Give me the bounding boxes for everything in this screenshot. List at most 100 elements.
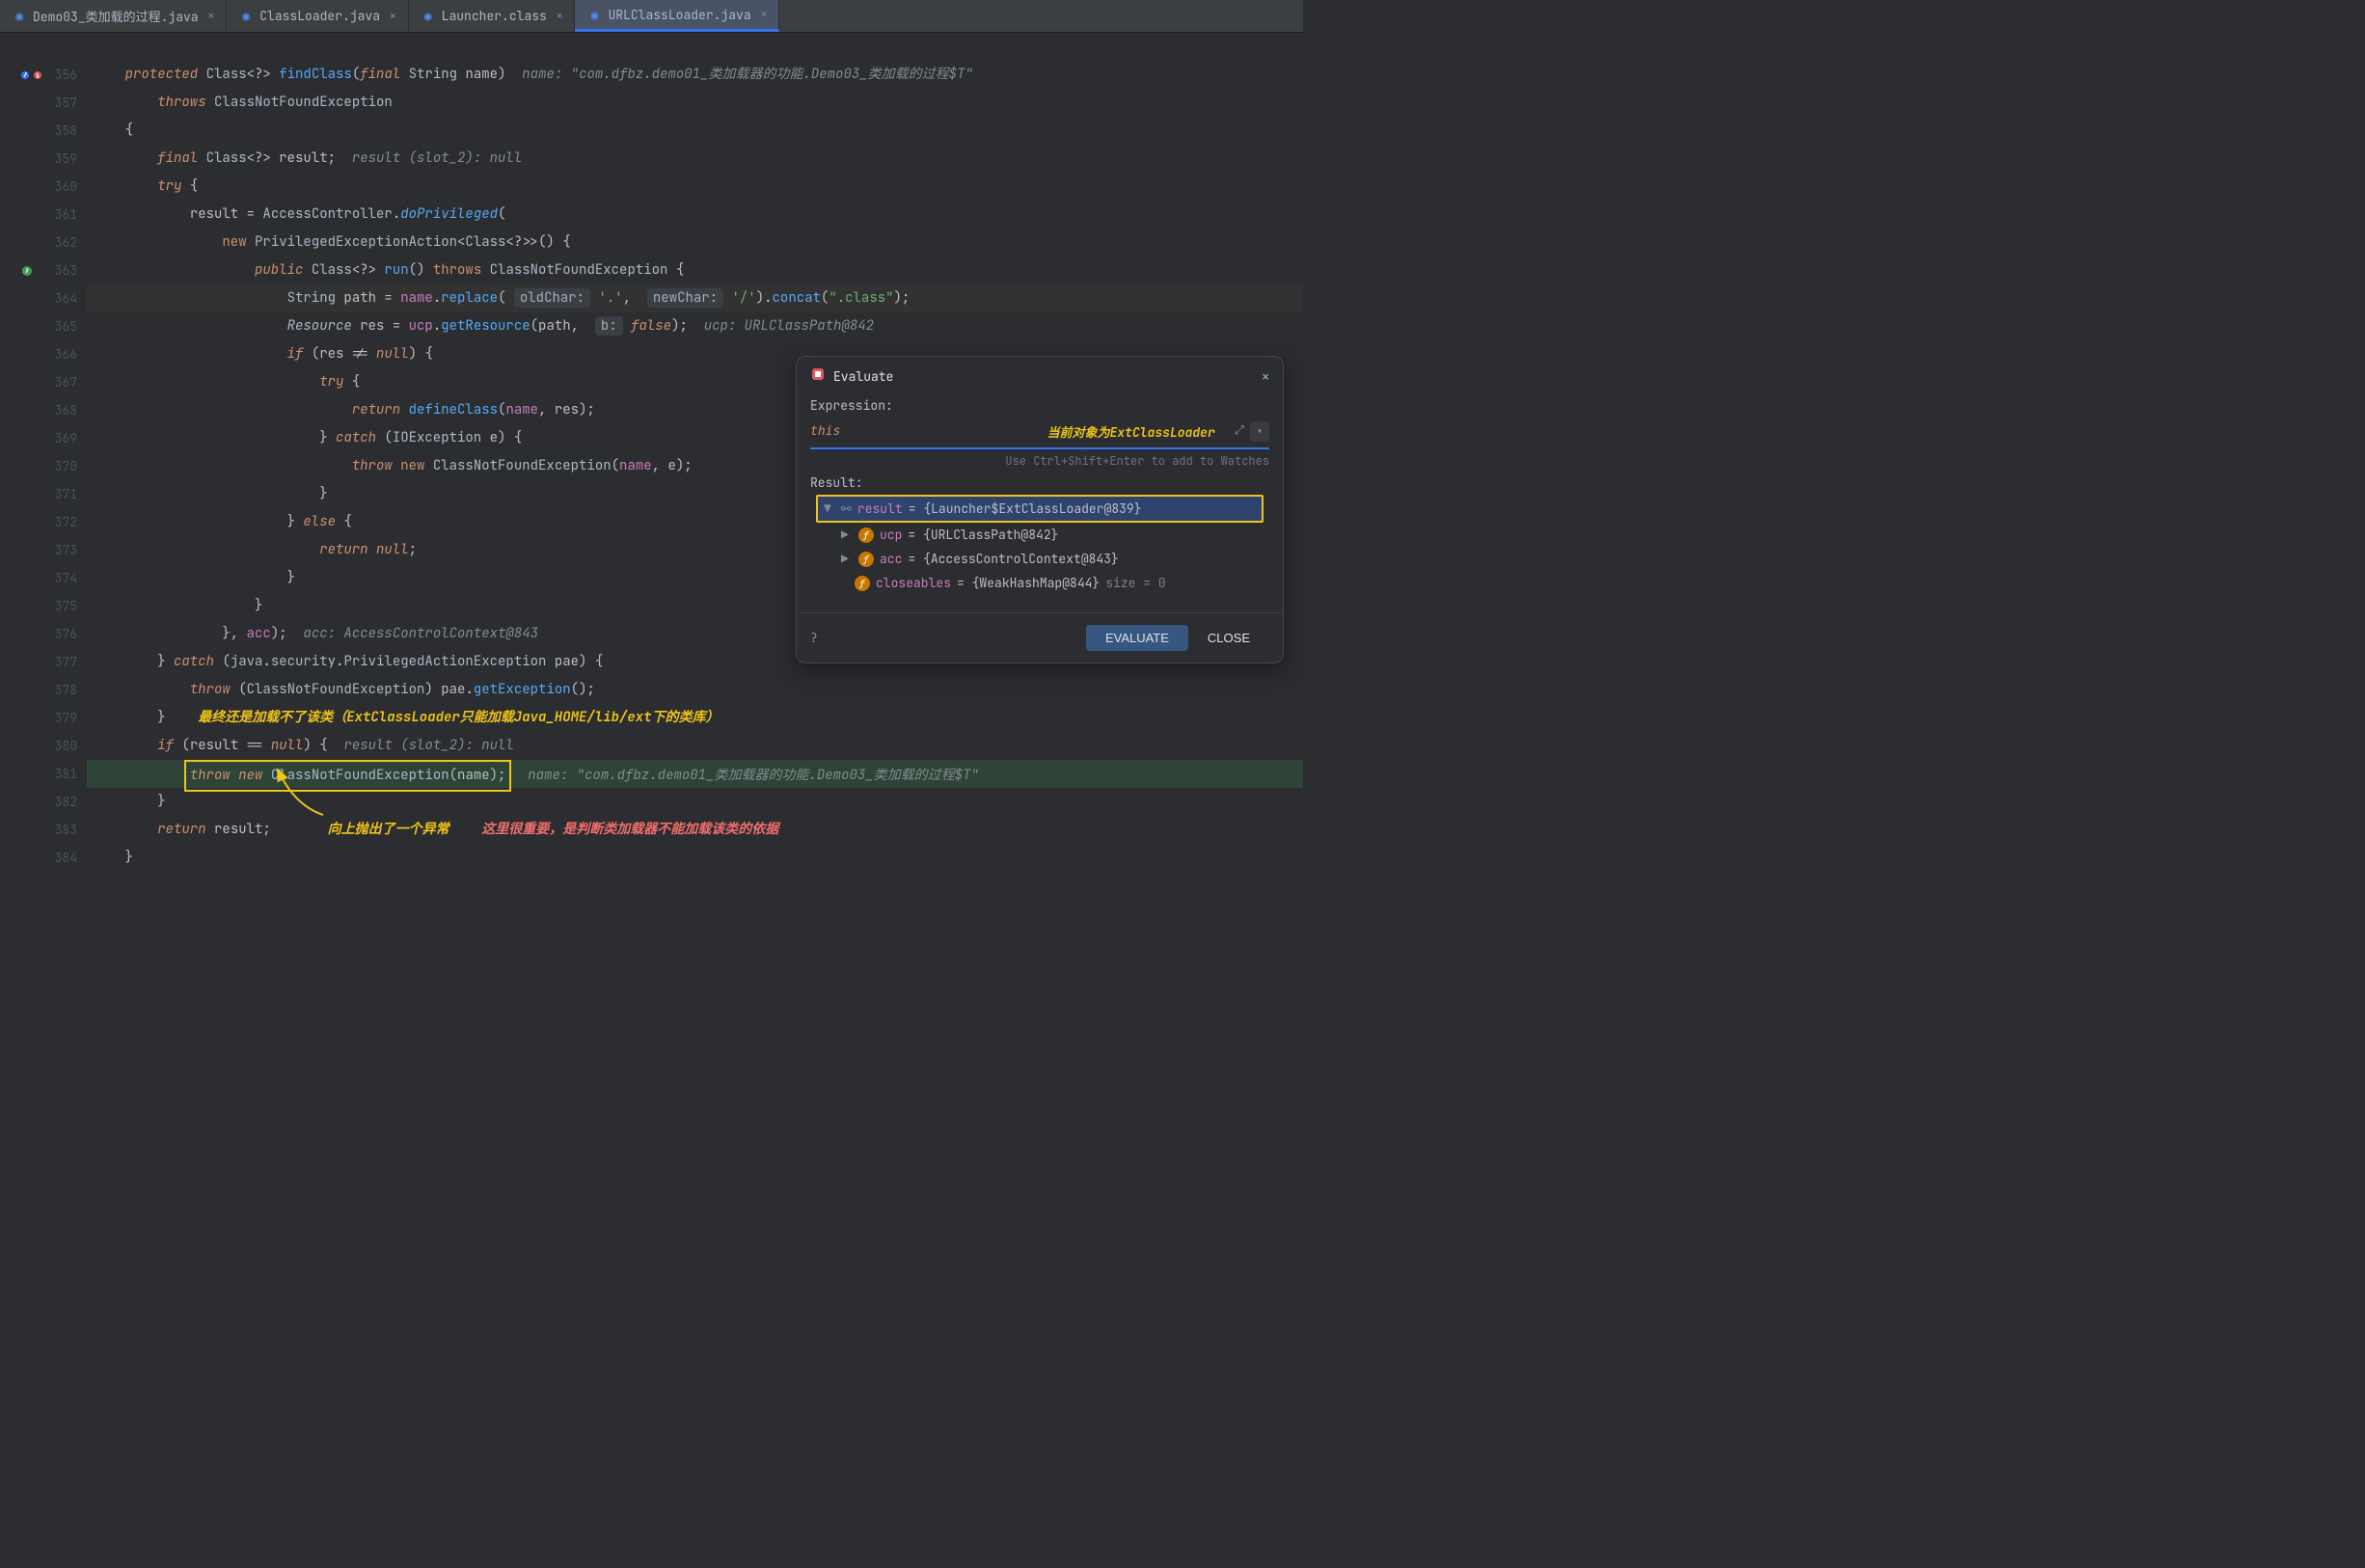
close-icon[interactable]: ✕ xyxy=(1262,368,1269,385)
code-line: final Class<?> result; result (slot_2): … xyxy=(87,145,1303,173)
code-line: String path = name.replace( oldChar: '.'… xyxy=(87,284,1303,312)
expression-label: Expression: xyxy=(810,397,1269,414)
close-icon[interactable]: ✕ xyxy=(390,10,396,23)
line-number: 364 xyxy=(55,284,77,312)
close-icon[interactable]: ✕ xyxy=(761,8,768,21)
result-name: ucp xyxy=(880,527,902,543)
tab-classloader[interactable]: ◉ ClassLoader.java ✕ xyxy=(227,0,408,32)
line-number: 366 xyxy=(55,340,77,368)
code-line: throw new ClassNotFoundException(name); … xyxy=(87,760,1303,788)
line-number: 382 xyxy=(55,788,77,816)
code-line: if (result == null) { result (slot_2): n… xyxy=(87,732,1303,760)
line-number: 384 xyxy=(55,844,77,872)
expression-input[interactable]: this 当前对象为ExtClassLoader ⤢ ▾ xyxy=(810,418,1269,449)
expand-icon[interactable]: ⤢ xyxy=(1235,421,1244,442)
line-number: 375 xyxy=(55,592,77,620)
line-number: 365 xyxy=(55,312,77,340)
line-number: 370 xyxy=(55,452,77,480)
line-number: 360 xyxy=(55,173,77,201)
line-number: 381 xyxy=(55,760,77,788)
line-number: 378 xyxy=(55,676,77,704)
code-line: } xyxy=(87,844,1303,872)
line-number: 371 xyxy=(55,480,77,508)
tab-urlclassloader[interactable]: ◉ URLClassLoader.java ✕ xyxy=(575,0,779,32)
chevron-right-icon[interactable]: ▶ xyxy=(841,551,853,567)
close-icon[interactable]: ✕ xyxy=(557,10,563,23)
help-icon[interactable]: ? xyxy=(810,630,1086,646)
java-class-icon: ◉ xyxy=(12,9,27,24)
result-value: {WeakHashMap@844} xyxy=(972,575,1101,591)
code-line: return result; 向上抛出了一个异常 这里很重要，是判断类加载器不能… xyxy=(87,816,1303,844)
implements-marker-icon xyxy=(20,264,51,278)
tab-label: Launcher.class xyxy=(442,8,547,24)
expression-value: this xyxy=(810,424,1047,439)
code-line: try { xyxy=(87,173,1303,201)
tab-demo03[interactable]: ◉ Demo03_类加载的过程.java ✕ xyxy=(0,0,227,32)
code-line: public Class<?> run() throws ClassNotFou… xyxy=(87,257,1303,284)
annotation-note: 最终还是加载不了该类（ExtClassLoader只能加载Java_HOME/l… xyxy=(198,709,719,726)
close-button[interactable]: CLOSE xyxy=(1188,625,1269,651)
line-number: 377 xyxy=(55,648,77,676)
result-value: {URLClassPath@842} xyxy=(923,527,1058,543)
chevron-down-icon[interactable]: ▾ xyxy=(1250,421,1269,442)
tab-label: Demo03_类加载的过程.java xyxy=(33,7,199,25)
line-number: 376 xyxy=(55,620,77,648)
code-line: } 最终还是加载不了该类（ExtClassLoader只能加载Java_HOME… xyxy=(87,704,1303,732)
line-number: 380 xyxy=(55,732,77,760)
line-number: 359 xyxy=(55,145,77,173)
evaluate-title: Evaluate xyxy=(833,368,1254,385)
line-number: 379 xyxy=(55,704,77,732)
line-number: 367 xyxy=(55,368,77,396)
line-number: 362 xyxy=(55,229,77,257)
result-name: result xyxy=(857,500,903,517)
tab-launcher[interactable]: ◉ Launcher.class ✕ xyxy=(409,0,576,32)
line-number: 356 xyxy=(55,61,77,89)
result-root[interactable]: ▼ ⚯ result = {Launcher$ExtClassLoader@83… xyxy=(816,495,1264,523)
debug-icon xyxy=(810,366,826,386)
chevron-right-icon[interactable]: ▶ xyxy=(841,527,853,543)
line-number: 374 xyxy=(55,564,77,592)
code-line: result = AccessController.doPrivileged( xyxy=(87,201,1303,229)
line-number: 383 xyxy=(55,816,77,844)
line-number: 372 xyxy=(55,508,77,536)
result-item-ucp[interactable]: ▶ f ucp = {URLClassPath@842} xyxy=(816,523,1264,547)
evaluate-popup: Evaluate ✕ Expression: this 当前对象为ExtClas… xyxy=(796,356,1284,663)
result-name: acc xyxy=(880,551,902,567)
editor-tabs: ◉ Demo03_类加载的过程.java ✕ ◉ ClassLoader.jav… xyxy=(0,0,1303,33)
evaluate-header[interactable]: Evaluate ✕ xyxy=(797,357,1283,395)
result-label: Result: xyxy=(810,474,1269,491)
result-value: {AccessControlContext@843} xyxy=(923,551,1119,567)
evaluate-button[interactable]: EVALUATE xyxy=(1086,625,1188,651)
result-item-acc[interactable]: ▶ f acc = {AccessControlContext@843} xyxy=(816,547,1264,571)
code-line: { xyxy=(87,117,1303,145)
java-class-icon: ◉ xyxy=(421,9,436,24)
java-class-icon: ◉ xyxy=(238,9,254,24)
code-line: Resource res = ucp.getResource(path, b: … xyxy=(87,312,1303,340)
result-name: closeables xyxy=(876,575,951,591)
code-line: throws ClassNotFoundException xyxy=(87,89,1303,117)
result-extra: size = 0 xyxy=(1105,575,1165,591)
override-marker-icon xyxy=(20,68,51,82)
code-line: } xyxy=(87,788,1303,816)
code-line: new PrivilegedExceptionAction<Class<?>>(… xyxy=(87,229,1303,257)
line-number: 368 xyxy=(55,396,77,424)
close-icon[interactable]: ✕ xyxy=(208,10,215,23)
line-number: 373 xyxy=(55,536,77,564)
gutter: 356 357 358 359 360 361 362 363 364 365 … xyxy=(0,33,87,864)
field-icon: f xyxy=(858,552,874,567)
code-line: throw (ClassNotFoundException) pae.getEx… xyxy=(87,676,1303,704)
annotation-important: 这里很重要，是判断类加载器不能加载该类的依据 xyxy=(481,821,778,838)
result-value: {Launcher$ExtClassLoader@839} xyxy=(923,500,1141,517)
code-line: protected Class<?> findClass(final Strin… xyxy=(87,61,1303,89)
evaluate-hint: Use Ctrl+Shift+Enter to add to Watches xyxy=(810,453,1269,469)
editor: 356 357 358 359 360 361 362 363 364 365 … xyxy=(0,33,1303,864)
annotation-note: 当前对象为ExtClassLoader xyxy=(1047,422,1215,441)
java-class-icon: ◉ xyxy=(586,7,602,22)
line-number: 369 xyxy=(55,424,77,452)
tab-label: URLClassLoader.java xyxy=(608,7,750,23)
chevron-down-icon[interactable]: ▼ xyxy=(824,500,835,517)
result-tree[interactable]: ▼ ⚯ result = {Launcher$ExtClassLoader@83… xyxy=(816,495,1264,595)
tab-label: ClassLoader.java xyxy=(259,8,380,24)
line-number: 363 xyxy=(55,257,77,284)
result-item-closeables[interactable]: f closeables = {WeakHashMap@844} size = … xyxy=(816,571,1264,595)
